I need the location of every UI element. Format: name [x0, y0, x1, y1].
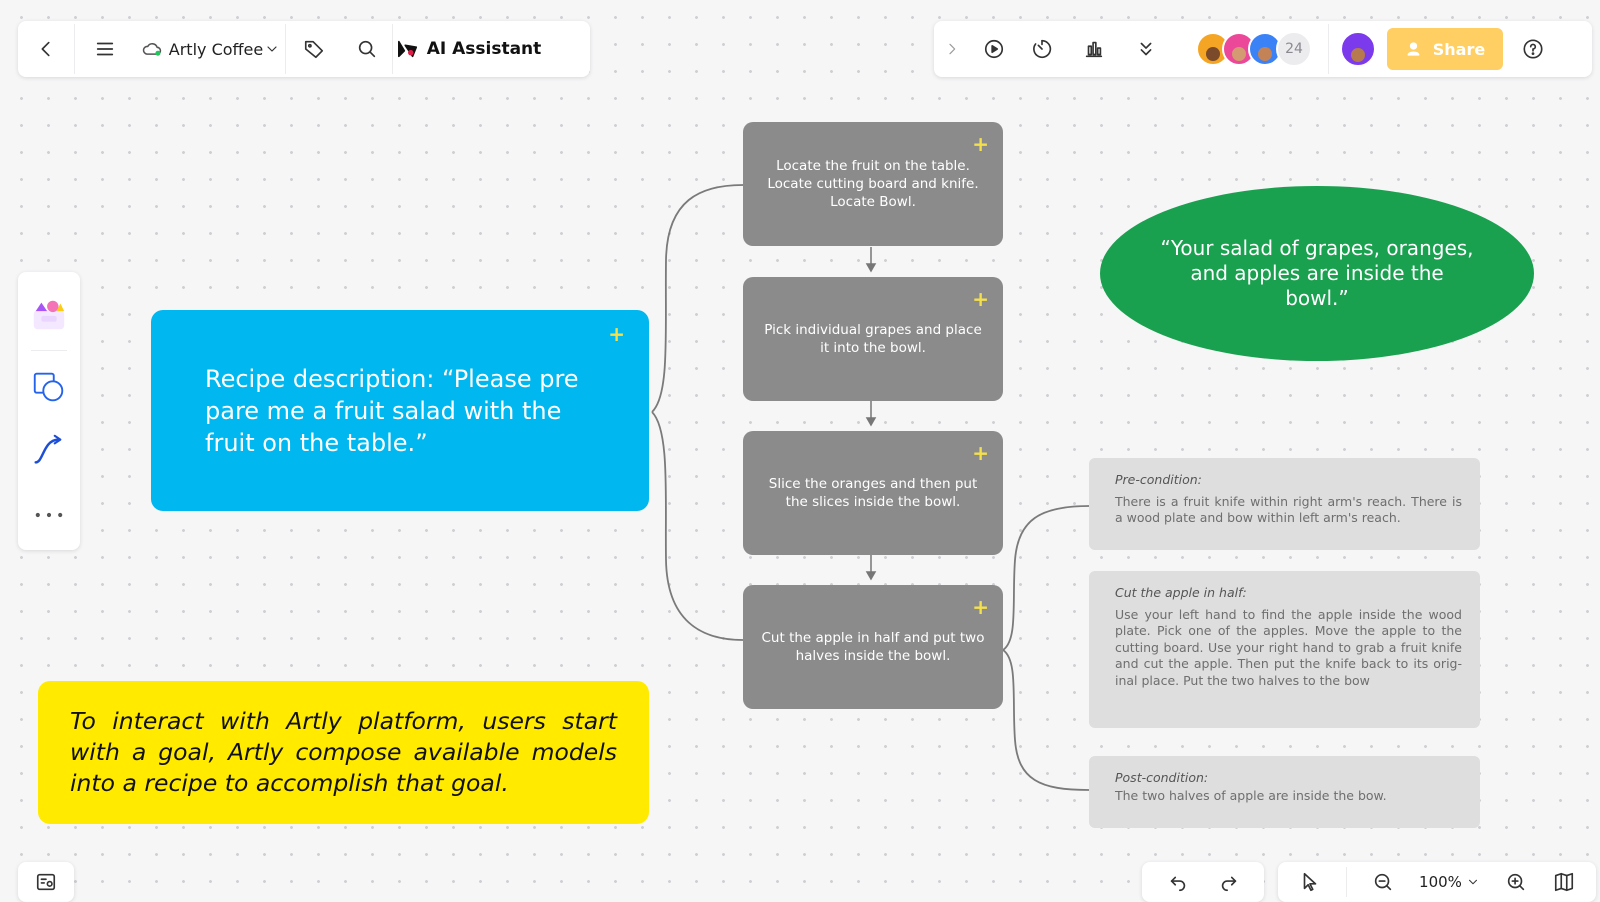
chevron-down-icon — [1466, 870, 1480, 894]
back-button[interactable] — [18, 21, 74, 77]
chevron-right-icon — [940, 37, 964, 61]
help-button[interactable] — [1503, 37, 1563, 61]
more-tools-vertical-button[interactable] — [18, 483, 80, 547]
help-icon — [1521, 37, 1545, 61]
share-label: Share — [1432, 39, 1486, 59]
step-text: Slice the oranges and then put the slice… — [768, 476, 978, 510]
connector-blue-to-step1 — [651, 184, 744, 413]
recipe-description-node[interactable]: Recipe description: “Please pre pare me … — [151, 310, 649, 511]
zoom-out-icon[interactable] — [1371, 870, 1395, 894]
timer-icon — [1030, 37, 1054, 61]
present-button[interactable] — [970, 37, 1018, 61]
left-tools-panel — [18, 272, 80, 550]
tools-divider — [31, 350, 67, 351]
result-text: “Your salad of grapes, oranges, and appl… — [1160, 236, 1474, 310]
board-title: Artly Coffee — [168, 39, 264, 59]
shapes-tool-button[interactable] — [18, 355, 80, 419]
outline-panel-icon[interactable] — [34, 870, 58, 894]
add-child-plus-icon[interactable]: + — [608, 324, 625, 344]
precondition-note[interactable]: Pre-condition: There is a fruit knife wi… — [1089, 458, 1480, 550]
connector-step4-to-precondition — [1002, 505, 1090, 651]
postcondition-note[interactable]: Post-condition: The two halves of apple … — [1089, 756, 1480, 828]
chevron-down-icon — [263, 37, 281, 61]
redo-icon[interactable] — [1217, 870, 1241, 894]
add-child-plus-icon[interactable]: + — [972, 289, 989, 309]
share-button[interactable]: Share — [1387, 28, 1503, 70]
step-node-3[interactable]: Slice the oranges and then put the slice… — [743, 431, 1003, 555]
step-text: Locate the fruit on the table. Locate cu… — [767, 158, 979, 210]
ai-assistant-logo-icon — [395, 37, 421, 61]
collaborator-avatars[interactable]: 24 — [1196, 31, 1312, 67]
undo-redo-toolbar — [1142, 862, 1264, 902]
step-node-2[interactable]: Pick individual grapes and place it into… — [743, 277, 1003, 401]
recipe-description-text: Recipe description: “Please pre pare me … — [205, 364, 579, 457]
add-user-icon — [1405, 37, 1425, 61]
connector-step4-to-postcondition — [1002, 649, 1090, 791]
cloud-synced-icon — [139, 37, 165, 61]
shapes-icon — [29, 367, 69, 407]
ai-assistant-button[interactable]: AI Assistant — [393, 21, 543, 77]
connector-blue-to-step4 — [651, 411, 744, 641]
collaborator-count-badge[interactable]: 24 — [1276, 31, 1312, 67]
add-child-plus-icon[interactable]: + — [972, 443, 989, 463]
note-title: Post-condition: — [1115, 770, 1209, 785]
bar-chart-icon — [1082, 37, 1106, 61]
zoom-level: 100% — [1419, 873, 1462, 891]
zoom-in-icon[interactable] — [1504, 870, 1528, 894]
tag-icon — [302, 37, 326, 61]
more-horizontal-icon — [29, 503, 69, 527]
tags-button[interactable] — [286, 21, 342, 77]
zoom-level-dropdown[interactable]: 100% — [1419, 870, 1480, 894]
voting-button[interactable] — [1066, 37, 1122, 61]
add-child-plus-icon[interactable]: + — [972, 597, 989, 617]
double-chevron-down-icon — [1134, 37, 1158, 61]
chevron-left-icon — [34, 37, 58, 61]
timer-button[interactable] — [1018, 37, 1066, 61]
top-right-toolbar: 24 Share — [934, 21, 1592, 77]
templates-tool-button[interactable] — [18, 282, 80, 346]
note-body: There is a fruit knife within right arm'… — [1115, 493, 1462, 526]
top-left-toolbar: Artly Coffee AI Assistant — [18, 21, 590, 77]
zoom-toolbar: 100% — [1278, 862, 1596, 902]
search-button[interactable] — [342, 21, 392, 77]
undo-icon[interactable] — [1166, 870, 1190, 894]
minimap-icon[interactable] — [1552, 870, 1576, 894]
note-title: Pre-condition: — [1115, 472, 1202, 487]
connector-line-icon — [29, 431, 69, 471]
connector-tool-button[interactable] — [18, 419, 80, 483]
cut-apple-note[interactable]: Cut the apple in half: Use your left han… — [1089, 571, 1480, 728]
step-text: Pick individual grapes and place it into… — [764, 322, 982, 356]
step-node-1[interactable]: Locate the fruit on the table. Locate cu… — [743, 122, 1003, 246]
intro-sticky-note[interactable]: To interact with Artly platform, users s… — [38, 681, 649, 824]
select-cursor-icon[interactable] — [1298, 870, 1322, 894]
step-text: Cut the apple in half and put two halves… — [761, 630, 985, 664]
play-circle-icon — [982, 37, 1006, 61]
ai-assistant-label: AI Assistant — [426, 39, 542, 59]
main-menu-button[interactable] — [75, 21, 135, 77]
bottom-left-toolbar — [18, 862, 74, 902]
avatar — [1340, 31, 1376, 67]
hamburger-menu-icon — [93, 37, 117, 61]
more-tools-button[interactable] — [1122, 37, 1170, 61]
templates-icon — [29, 294, 69, 334]
note-body: The two halves of apple are inside the b… — [1115, 787, 1387, 803]
current-user-avatar[interactable] — [1329, 31, 1387, 67]
step-node-4[interactable]: Cut the apple in half and put two halves… — [743, 585, 1003, 709]
expand-toolbar-button[interactable] — [934, 37, 970, 61]
add-child-plus-icon[interactable]: + — [972, 134, 989, 154]
note-body: Use your left hand to find the apple ins… — [1115, 606, 1462, 688]
toolbar-divider — [1346, 867, 1348, 897]
board-title-dropdown[interactable]: Artly Coffee — [135, 21, 285, 77]
intro-text: To interact with Artly platform, users s… — [70, 707, 617, 797]
result-ellipse-node[interactable]: “Your salad of grapes, oranges, and appl… — [1100, 186, 1534, 361]
note-title: Cut the apple in half: — [1115, 585, 1247, 600]
search-icon — [355, 37, 379, 61]
